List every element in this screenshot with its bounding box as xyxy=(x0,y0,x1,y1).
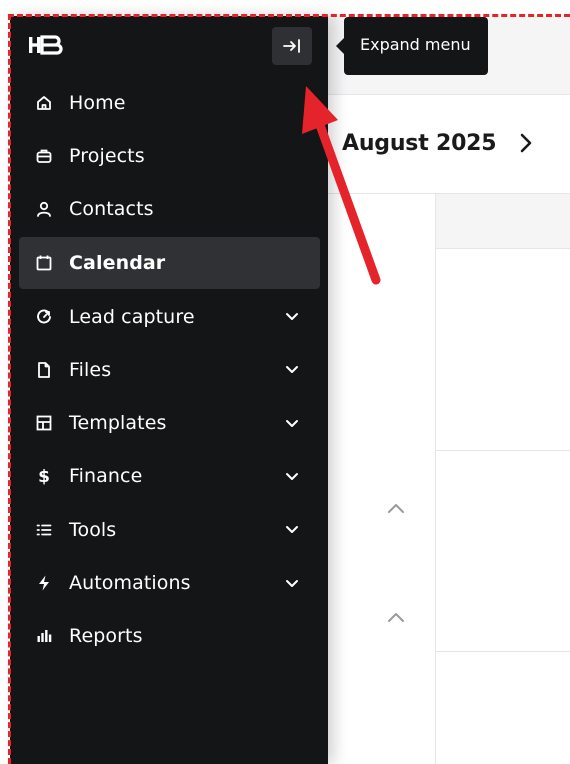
sidebar: Home Projects Contacts Calendar Lead cap… xyxy=(10,16,328,764)
sidebar-item-label: Templates xyxy=(69,412,167,435)
collapse-caret-button[interactable] xyxy=(386,501,406,515)
person-icon xyxy=(35,200,53,218)
annotation-arrow-icon xyxy=(302,86,381,285)
sidebar-item-label: Automations xyxy=(69,572,191,595)
sidebar-item-label: Tools xyxy=(69,518,117,541)
sidebar-item-reports[interactable]: Reports xyxy=(19,610,320,663)
sidebar-item-files[interactable]: Files xyxy=(19,343,320,396)
sidebar-item-label: Finance xyxy=(69,465,143,488)
grid-header-row xyxy=(436,194,570,249)
chevron-right-icon xyxy=(520,133,532,153)
arrow-to-right-icon xyxy=(283,39,300,53)
svg-text:$: $ xyxy=(38,467,50,485)
collapse-caret-button[interactable] xyxy=(386,610,406,624)
hb-logo-icon xyxy=(29,35,63,55)
sidebar-item-finance[interactable]: $ Finance xyxy=(19,450,320,503)
sidebar-item-label: Contacts xyxy=(69,198,154,221)
tooltip-text: Expand menu xyxy=(360,35,471,54)
list-icon xyxy=(35,521,53,539)
grid-row-divider xyxy=(436,450,570,451)
home-icon xyxy=(35,94,53,112)
sidebar-item-label: Calendar xyxy=(69,251,166,274)
expand-menu-button[interactable] xyxy=(272,27,312,65)
calendar-icon xyxy=(35,254,53,272)
chevron-down-icon[interactable] xyxy=(283,574,301,592)
sidebar-item-contacts[interactable]: Contacts xyxy=(19,183,320,236)
chevron-up-icon xyxy=(388,613,404,622)
sidebar-item-templates[interactable]: Templates xyxy=(19,396,320,449)
file-icon xyxy=(35,361,53,379)
sidebar-item-label: Home xyxy=(69,91,126,114)
sidebar-item-label: Reports xyxy=(69,625,143,648)
sidebar-item-label: Projects xyxy=(69,144,145,167)
chevron-down-icon[interactable] xyxy=(283,467,301,485)
next-month-button[interactable] xyxy=(514,129,538,157)
grid-row-divider xyxy=(436,651,570,652)
expand-menu-tooltip: Expand menu xyxy=(336,17,488,75)
sidebar-nav: Home Projects Contacts Calendar Lead cap… xyxy=(19,76,320,663)
briefcase-icon xyxy=(35,147,53,165)
top-strip xyxy=(0,0,570,16)
chevron-down-icon[interactable] xyxy=(283,361,301,379)
hb-logo[interactable] xyxy=(28,35,64,55)
template-icon xyxy=(35,414,53,432)
chevron-down-icon[interactable] xyxy=(283,414,301,432)
sidebar-item-label: Files xyxy=(69,358,112,381)
chevron-down-icon[interactable] xyxy=(283,521,301,539)
chevron-down-icon[interactable] xyxy=(283,308,301,326)
bar-chart-icon xyxy=(35,627,53,645)
lead-capture-icon xyxy=(35,308,53,326)
grid-divider xyxy=(435,194,436,764)
sidebar-item-automations[interactable]: Automations xyxy=(19,556,320,609)
sidebar-item-lead-capture[interactable]: Lead capture xyxy=(19,290,320,343)
sidebar-item-label: Lead capture xyxy=(69,305,195,328)
sidebar-item-home[interactable]: Home xyxy=(19,76,320,129)
sidebar-item-projects[interactable]: Projects xyxy=(19,129,320,182)
dollar-icon: $ xyxy=(35,467,53,485)
chevron-up-icon xyxy=(388,504,404,513)
sidebar-item-tools[interactable]: Tools xyxy=(19,503,320,556)
lightning-icon xyxy=(35,574,53,592)
sidebar-item-calendar[interactable]: Calendar xyxy=(19,236,320,289)
